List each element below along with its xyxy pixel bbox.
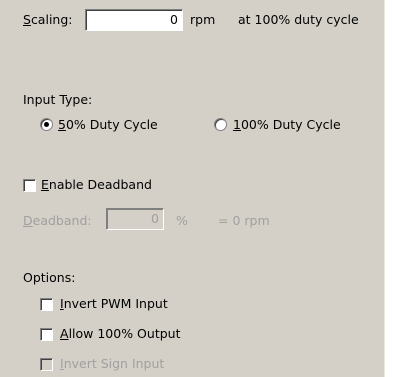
scaling-label: Scaling: — [23, 12, 73, 27]
radio-selected-dot — [44, 122, 49, 127]
enable-deadband-checkbox[interactable] — [23, 179, 36, 192]
deadband-input[interactable]: 0 — [106, 208, 164, 230]
scaling-unit: rpm — [190, 12, 216, 27]
deadband-unit: % — [176, 213, 188, 228]
invert-pwm-input-checkbox[interactable] — [40, 298, 53, 311]
deadband-rpm-equivalent: = 0 rpm — [218, 213, 270, 228]
scaling-input[interactable]: 0 — [85, 9, 183, 31]
radio-50-duty-cycle-label[interactable]: 50% Duty Cycle — [58, 117, 158, 132]
options-heading: Options: — [23, 270, 76, 285]
radio-50-duty-cycle[interactable] — [40, 118, 53, 131]
deadband-label: Deadband: — [23, 213, 92, 228]
scaling-note: at 100% duty cycle — [238, 12, 359, 27]
allow-100-output-label[interactable]: Allow 100% Output — [60, 326, 180, 341]
invert-sign-input-label[interactable]: Invert Sign Input — [60, 356, 164, 371]
radio-100-duty-cycle[interactable] — [214, 118, 227, 131]
window-edge — [384, 0, 396, 377]
enable-deadband-label[interactable]: Enable Deadband — [41, 177, 152, 192]
radio-100-duty-cycle-label[interactable]: 100% Duty Cycle — [233, 117, 341, 132]
settings-panel: Scaling: 0 rpm at 100% duty cycle Input … — [0, 0, 384, 377]
allow-100-output-checkbox[interactable] — [40, 328, 53, 341]
invert-sign-input-checkbox[interactable] — [40, 358, 53, 371]
invert-pwm-input-label[interactable]: Invert PWM Input — [60, 296, 168, 311]
input-type-heading: Input Type: — [23, 92, 93, 107]
